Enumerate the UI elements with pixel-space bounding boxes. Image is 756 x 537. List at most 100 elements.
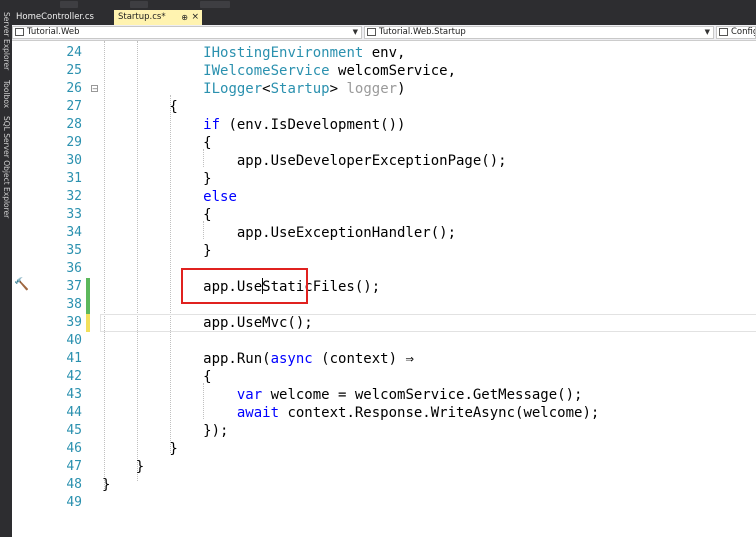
code-text: } (102, 476, 110, 494)
code-line[interactable]: 42 { (12, 368, 756, 386)
line-number: 40 (66, 333, 82, 348)
code-line[interactable]: 37 app.UseStaticFiles(); (12, 278, 756, 296)
change-indicator (86, 278, 90, 296)
code-line[interactable]: 30 app.UseDeveloperExceptionPage(); (12, 152, 756, 170)
line-number: 48 (66, 477, 82, 492)
tab-startup[interactable]: Startup.cs* ⊕ × (114, 10, 202, 25)
quick-actions-hammer-icon[interactable]: 🔨 (14, 277, 29, 291)
code-token: context.Response.WriteAsync(welcome); (279, 405, 600, 421)
code-line[interactable]: 27 { (12, 98, 756, 116)
code-keyword: async (270, 351, 313, 367)
chevron-down-icon: ▼ (352, 28, 358, 36)
code-line[interactable]: 28 if (env.IsDevelopment()) (12, 116, 756, 134)
code-line[interactable]: 49 (12, 494, 756, 512)
line-number: 36 (66, 261, 82, 276)
code-line[interactable]: 45 }); (12, 422, 756, 440)
pin-icon[interactable]: ⊕ (181, 10, 188, 25)
code-line[interactable]: 38 (12, 296, 756, 314)
highlight-box (181, 268, 308, 304)
toolbar-button[interactable] (130, 1, 148, 8)
line-number: 42 (66, 369, 82, 384)
line-number: 49 (66, 495, 82, 510)
code-text: ILogger<Startup> logger) (102, 80, 405, 98)
code-text: { (102, 134, 212, 152)
code-text: } (102, 440, 178, 458)
code-line[interactable]: 26 − ILogger<Startup> logger) (12, 80, 756, 98)
code-token: < (262, 81, 271, 97)
code-type: IHostingEnvironment (203, 45, 364, 61)
tool-window-sidebar: Server Explorer Toolbox SQL Server Objec… (0, 10, 12, 537)
line-number: 28 (66, 117, 82, 132)
code-line[interactable]: 48} (12, 476, 756, 494)
code-token: (context) ⇒ (312, 351, 414, 367)
code-token: { (102, 135, 212, 151)
member-dropdown[interactable]: Config (716, 26, 756, 39)
code-text: IHostingEnvironment env, (102, 44, 405, 62)
document-tab-bar: HomeController.cs Startup.cs* ⊕ × (12, 10, 756, 25)
line-number: 33 (66, 207, 82, 222)
code-line[interactable]: 33 { (12, 206, 756, 224)
close-icon[interactable]: × (191, 10, 199, 25)
code-line[interactable]: 34 app.UseExceptionHandler(); (12, 224, 756, 242)
code-line[interactable]: 44 await context.Response.WriteAsync(wel… (12, 404, 756, 422)
code-line[interactable]: 29 { (12, 134, 756, 152)
code-text: { (102, 98, 177, 116)
code-keyword: var (236, 387, 263, 403)
project-dropdown-value: Tutorial.Web (27, 27, 80, 37)
code-token: app.UseExceptionHandler(); (102, 225, 457, 241)
code-token: welcomService, (329, 63, 457, 79)
code-keyword: else (203, 189, 237, 205)
line-number: 32 (66, 189, 82, 204)
change-indicator (86, 296, 90, 314)
code-text: } (102, 458, 144, 476)
code-line[interactable]: 24 IHostingEnvironment env, (12, 44, 756, 62)
code-keyword: await (236, 405, 280, 421)
code-line[interactable]: 31 } (12, 170, 756, 188)
class-dropdown[interactable]: Tutorial.Web.Startup ▼ (364, 26, 714, 39)
code-line[interactable]: 43 var welcome = welcomService.GetMessag… (12, 386, 756, 404)
method-icon (719, 28, 728, 36)
code-token: app.UseMvc(); (102, 315, 313, 331)
code-line[interactable]: 47 } (12, 458, 756, 476)
line-number: 39 (66, 315, 82, 330)
code-text: else (102, 188, 237, 206)
tab-homecontroller[interactable]: HomeController.cs (12, 10, 112, 25)
collapse-icon[interactable]: − (91, 85, 98, 93)
line-number: 31 (66, 171, 82, 186)
code-token: welcome = welcomService.GetMessage(); (262, 387, 583, 403)
code-text: app.UseDeveloperExceptionPage(); (102, 152, 507, 170)
code-token: app.Run( (102, 351, 271, 367)
code-line[interactable]: 46 } (12, 440, 756, 458)
code-text: }); (102, 422, 228, 440)
line-number: 26 (66, 81, 82, 96)
code-token: { (102, 369, 212, 385)
project-icon (15, 28, 24, 36)
code-text: } (102, 170, 211, 188)
tab-label: Startup.cs* (118, 12, 166, 22)
code-text: app.UseMvc(); (102, 314, 313, 332)
code-line[interactable]: 40 (12, 332, 756, 350)
project-dropdown[interactable]: Tutorial.Web ▼ (12, 26, 362, 39)
code-token: logger (346, 81, 398, 97)
toolbar-button[interactable] (200, 1, 230, 8)
code-token: { (102, 207, 212, 223)
code-line[interactable]: 41 app.Run(async (context) ⇒ (12, 350, 756, 368)
toolbar-button[interactable] (60, 1, 78, 8)
code-editor[interactable]: 24 IHostingEnvironment env, 25 IWelcomeSe… (12, 41, 756, 537)
member-dropdown-value: Config (731, 27, 756, 37)
code-line[interactable]: 36 (12, 260, 756, 278)
line-number: 41 (66, 351, 82, 366)
line-number: 47 (66, 459, 82, 474)
code-line[interactable]: 25 IWelcomeService welcomService, (12, 62, 756, 80)
code-token: } (102, 477, 111, 493)
code-token: > (329, 81, 347, 97)
code-text: var welcome = welcomService.GetMessage()… (102, 386, 583, 404)
code-token: } (102, 441, 178, 457)
code-line[interactable]: 35 } (12, 242, 756, 260)
line-number: 38 (66, 297, 82, 312)
code-line[interactable]: 32 else (12, 188, 756, 206)
line-number: 44 (66, 405, 82, 420)
code-line[interactable]: 39 app.UseMvc(); (12, 314, 756, 332)
